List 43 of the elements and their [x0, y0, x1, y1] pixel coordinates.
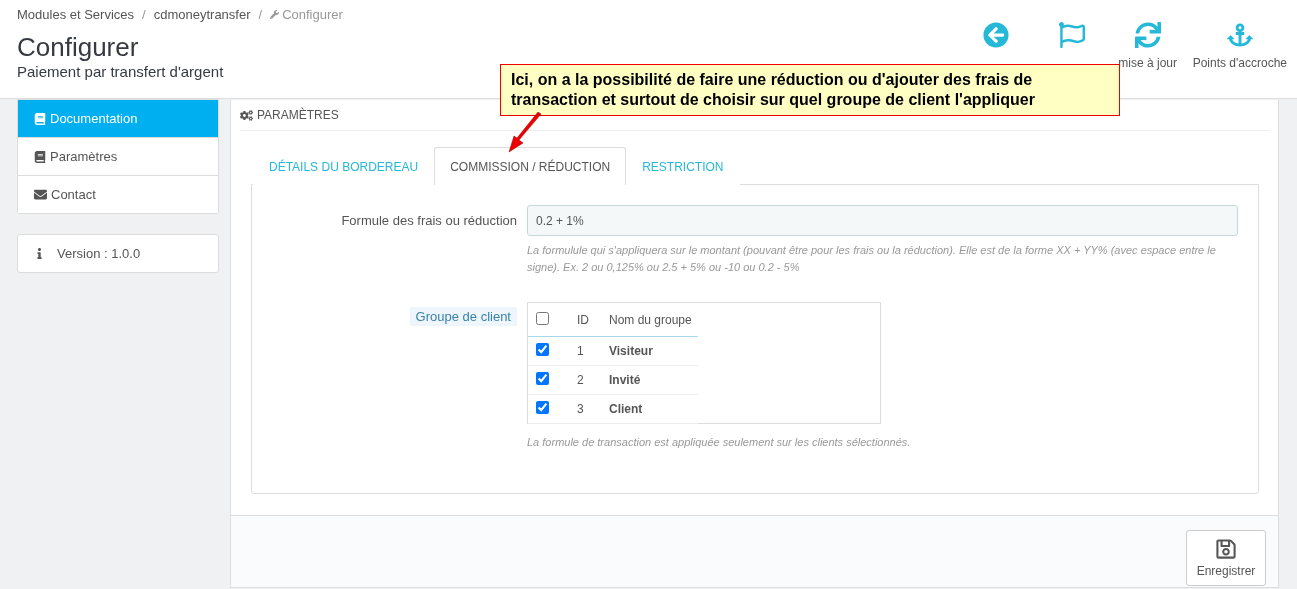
toolbar-button[interactable]: Points d'accroche — [1192, 22, 1287, 98]
field-label: Groupe de client — [409, 307, 517, 326]
table-cell: 2 — [555, 365, 595, 395]
toolbar-button[interactable] — [1058, 22, 1085, 48]
table-cell: Visiteur — [595, 336, 698, 366]
breadcrumb-item: Configurer — [282, 7, 343, 22]
column-header: ID — [555, 303, 595, 337]
book-icon — [34, 150, 46, 163]
help-text: La formulule qui s'appliquera sur le montant (pouvant être pour les frais ou la réduction). Elle est de la forme XX + YY% (avec espace entre le signe). Ex. 2 ou 0,125% ou 2.5 + 5% ou -10 ou 0.2 - 5% — [527, 243, 1217, 275]
table-cell: 1 — [555, 336, 595, 366]
gears-icon — [240, 108, 253, 122]
table-cell: Client — [595, 394, 698, 424]
row-checkbox[interactable] — [536, 343, 549, 356]
wrench-icon — [270, 10, 280, 19]
row-checkbox[interactable] — [536, 372, 549, 385]
breadcrumb-item[interactable]: cdmoneytransfer — [153, 7, 251, 22]
breadcrumb-separator: / — [258, 7, 263, 22]
toolbar-button[interactable] — [982, 22, 1009, 48]
column-header: Nom du groupe — [595, 303, 698, 337]
envelope-icon — [34, 188, 47, 201]
refresh-icon — [1134, 22, 1161, 48]
anchor-icon — [1226, 22, 1253, 48]
formula-field[interactable]: 0.2 + 1% — [527, 205, 1238, 236]
info-icon — [34, 248, 45, 259]
book-icon — [34, 112, 46, 125]
tab[interactable]: COMMISSION / RÉDUCTION — [434, 147, 627, 185]
page-title: Configurer — [17, 32, 140, 63]
panel-title: PARAMÈTRES — [257, 108, 339, 122]
breadcrumb-separator: / — [142, 7, 146, 22]
help-text: La formule de transaction est appliquée seulement sur les clients sélectionnés. — [527, 435, 912, 450]
flag-icon — [1058, 22, 1085, 48]
field-label: Formule des frais ou réduction — [340, 212, 517, 230]
save-button[interactable]: Enregistrer — [1186, 529, 1266, 586]
table-cell: 3 — [555, 394, 595, 424]
breadcrumb-item[interactable]: Modules et Services — [17, 7, 135, 22]
table-cell: Invité — [595, 365, 698, 395]
page-subtitle: Paiement par transfert d'argent — [17, 63, 225, 80]
row-checkbox[interactable] — [536, 401, 549, 414]
sidebar-item[interactable]: Contact — [18, 175, 218, 213]
version-text: Version : 1.0.0 — [57, 246, 141, 261]
back-icon — [982, 22, 1009, 48]
annotation-callout: Ici, on a la possibilité de faire une réduction ou d'ajouter des frais de transaction et surtout de choisir sur quel groupe de client l'appliquer — [500, 64, 1120, 116]
select-all-checkbox[interactable] — [536, 311, 549, 325]
